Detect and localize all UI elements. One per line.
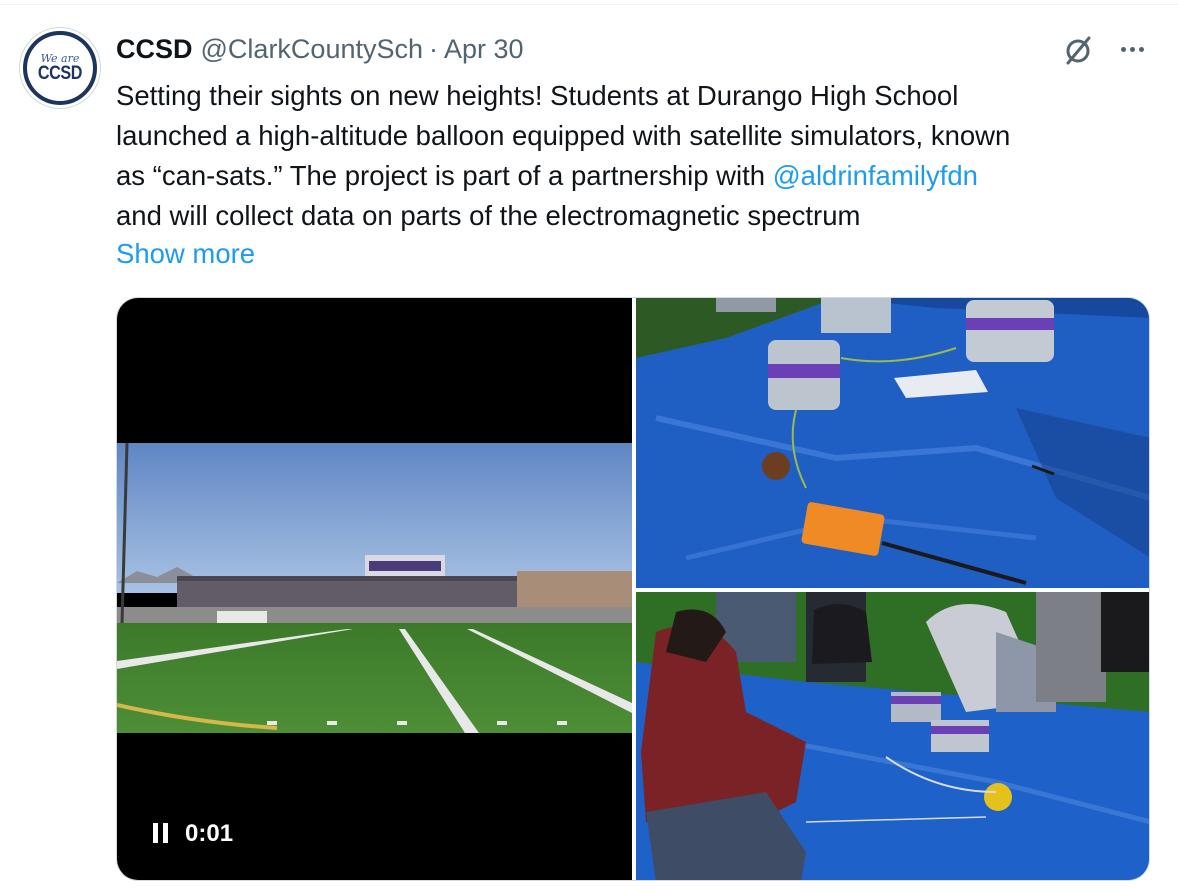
grok-icon[interactable] <box>1060 32 1096 68</box>
separator-dot: · <box>429 33 439 64</box>
tweet-text: Setting their sights on new heights! Stu… <box>116 76 1156 236</box>
tweet-text-line: and will collect data on parts of the el… <box>116 200 861 231</box>
mention-link[interactable]: @aldrinfamilyfdn <box>773 160 978 191</box>
more-dot-icon <box>1138 46 1144 52</box>
tweet-text-line: Setting their sights on new heights! Stu… <box>116 80 959 111</box>
video-frame-football-field <box>117 443 632 733</box>
avatar-text: CCSD <box>37 62 83 84</box>
video-controls: 0:01 <box>153 820 233 848</box>
more-dot-icon <box>1129 46 1135 52</box>
author-name[interactable]: CCSD <box>116 34 193 65</box>
more-dot-icon <box>1120 46 1126 52</box>
author-handle[interactable]: @ClarkCountySch <box>201 34 424 65</box>
tweet-date[interactable]: Apr 30 <box>444 34 524 65</box>
photo-cansats-on-tarp[interactable] <box>636 298 1149 588</box>
media-grid: 0:01 <box>116 297 1150 881</box>
video-timestamp: 0:01 <box>185 820 234 847</box>
pause-icon[interactable] <box>153 823 173 845</box>
more-options-icon[interactable] <box>1114 34 1150 64</box>
tweet-text-segment: as “can-sats.” The project is part of a … <box>116 160 773 191</box>
video-player[interactable]: 0:01 <box>117 298 632 880</box>
photo-students-assembling[interactable] <box>636 592 1149 880</box>
tweet-header: CCSD @ClarkCountySch · Apr 30 <box>116 32 524 66</box>
tweet-text-line: launched a high-altitude balloon equippe… <box>116 120 1011 151</box>
avatar-logo: We are CCSD <box>27 35 93 101</box>
avatar[interactable]: We are CCSD <box>20 28 100 108</box>
top-divider <box>0 4 1178 5</box>
show-more-link[interactable]: Show more <box>116 234 255 274</box>
tweet-text-line: as “can-sats.” The project is part of a … <box>116 156 1156 196</box>
